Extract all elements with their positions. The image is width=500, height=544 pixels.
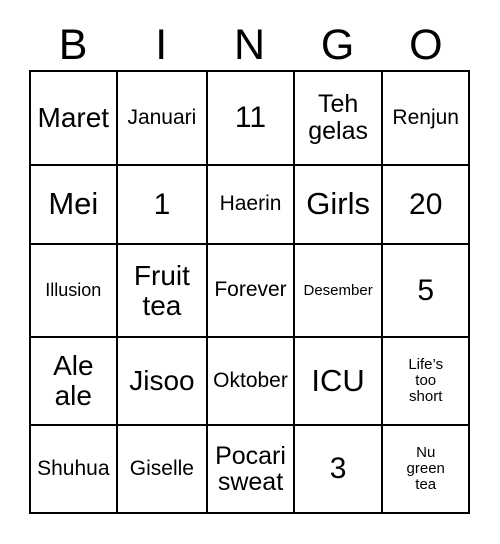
bingo-cell-label: Giselle [129,457,194,481]
bingo-cell-label: Shuhua [37,457,110,481]
bingo-cell-b3[interactable]: Illusion [31,245,118,338]
bingo-cell-g2[interactable]: Girls [294,165,384,246]
bingo-header-letter-o: O [409,20,443,69]
bingo-cell-i2[interactable]: 1 [117,165,209,246]
bingo-cell-label: Oktober [213,368,288,392]
bingo-cell-label: Januari [127,105,197,129]
bingo-cell-o3[interactable]: 5 [383,245,471,338]
bingo-card: B I N G O Maret Januari 11 Teh gelas Ren… [0,0,500,544]
bingo-cell-label: Desember [303,281,373,299]
bingo-cell-n2[interactable]: Haerin [208,165,295,246]
bingo-cell-label: Haerin [219,192,282,216]
bingo-cell-label: Ale ale [53,350,94,412]
bingo-cell-label: 1 [153,187,171,221]
bingo-cell-g4[interactable]: ICU [294,337,384,427]
bingo-header-letter-n: N [233,20,265,69]
bingo-cell-label: Forever [214,278,287,302]
bingo-cell-label: Teh gelas [308,90,368,145]
bingo-row: Illusion Fruit tea Forever Desember 5 [31,245,471,338]
bingo-cell-n1[interactable]: 11 [208,72,295,166]
bingo-cell-i5[interactable]: Giselle [117,426,209,514]
bingo-cell-label: 5 [417,273,435,307]
bingo-cell-label: Illusion [45,279,102,300]
bingo-cell-n5[interactable]: Pocari sweat [208,426,295,514]
bingo-cell-i4[interactable]: Jisoo [117,337,209,427]
bingo-header-row: B I N G O [29,20,470,70]
bingo-header-letter-b: B [58,20,88,69]
bingo-cell-label: Life’s too short [408,356,444,406]
bingo-cell-label: Fruit tea [133,259,190,321]
bingo-cell-label: Pocari sweat [215,441,286,497]
bingo-cell-label: Maret [37,101,110,133]
bingo-cell-g3[interactable]: Desember [294,245,384,338]
bingo-cell-g1[interactable]: Teh gelas [294,72,384,166]
bingo-header-letter-g: G [320,20,355,69]
bingo-row: Mei 1 Haerin Girls 20 [31,165,471,246]
bingo-cell-label: 3 [329,452,347,486]
bingo-cell-o1[interactable]: Renjun [383,72,471,166]
bingo-cell-n4[interactable]: Oktober [208,337,295,427]
bingo-cell-b5[interactable]: Shuhua [31,426,118,514]
bingo-cell-label: Nu green tea [406,444,445,494]
bingo-grid: Maret Januari 11 Teh gelas Renjun Mei 1 … [29,70,471,514]
bingo-cell-label: 20 [409,187,443,221]
bingo-header-letter-i: I [155,20,168,69]
bingo-cell-o5[interactable]: Nu green tea [383,426,471,514]
bingo-cell-label: 11 [234,100,267,134]
bingo-cell-o4[interactable]: Life’s too short [383,337,471,427]
bingo-cell-label: Mei [48,185,99,221]
bingo-cell-i3[interactable]: Fruit tea [117,245,209,338]
bingo-cell-label: Girls [306,185,370,221]
bingo-cell-label: Jisoo [129,365,195,397]
bingo-cell-b4[interactable]: Ale ale [31,337,118,427]
bingo-cell-g5[interactable]: 3 [294,426,384,514]
bingo-row: Shuhua Giselle Pocari sweat 3 Nu green t… [31,426,471,514]
bingo-cell-o2[interactable]: 20 [383,165,471,246]
bingo-row: Ale ale Jisoo Oktober ICU Life’s too sho… [31,337,471,427]
bingo-cell-b2[interactable]: Mei [31,165,118,246]
bingo-row: Maret Januari 11 Teh gelas Renjun [31,72,471,166]
bingo-cell-n3[interactable]: Forever [208,245,295,338]
bingo-cell-b1[interactable]: Maret [31,72,118,166]
bingo-cell-label: ICU [311,362,365,398]
bingo-cell-i1[interactable]: Januari [117,72,209,166]
bingo-cell-label: Renjun [392,105,459,129]
